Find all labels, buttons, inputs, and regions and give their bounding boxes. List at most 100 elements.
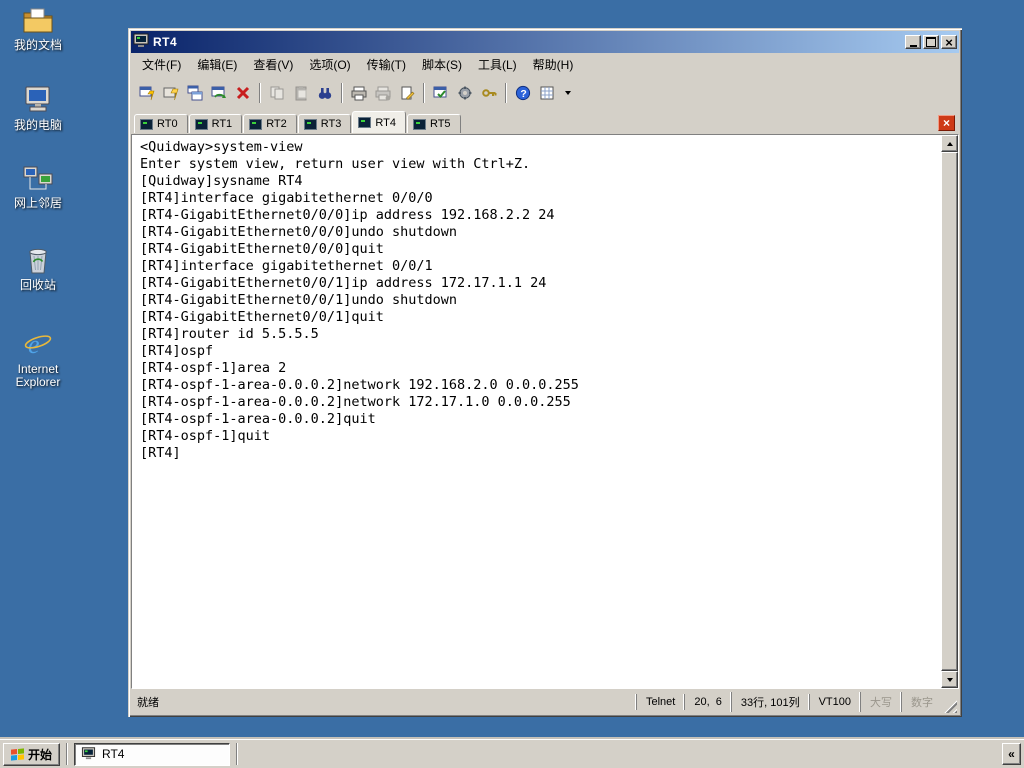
scroll-down-button[interactable] bbox=[941, 671, 958, 688]
paste-icon[interactable] bbox=[289, 81, 313, 105]
windows-logo-icon bbox=[11, 747, 24, 761]
desktop-icon-label: 我的电脑 bbox=[13, 118, 62, 132]
quick-connect-icon[interactable] bbox=[159, 81, 183, 105]
scrollbar-thumb[interactable] bbox=[941, 152, 958, 671]
window-titlebar[interactable]: RT4 × bbox=[131, 31, 959, 53]
status-rows-cols: 33行, 101列 bbox=[730, 692, 809, 712]
recycle-bin-icon bbox=[21, 244, 55, 276]
tab-rt3[interactable]: RT3 bbox=[297, 114, 352, 133]
svg-text:e: e bbox=[28, 330, 40, 359]
window-resize-grip[interactable] bbox=[944, 699, 957, 713]
session-tab-bar: RT0 RT1 RT2 RT3 RT4 RT5 × bbox=[131, 110, 959, 134]
menu-file[interactable]: 文件(F) bbox=[134, 53, 189, 76]
connect-icon[interactable] bbox=[135, 81, 159, 105]
toolbar-separator bbox=[505, 83, 507, 103]
desktop-icon-label: 网上邻居 bbox=[13, 196, 62, 210]
toolbar-separator bbox=[259, 83, 261, 103]
find-icon[interactable] bbox=[313, 81, 337, 105]
terminal-area: <Quidway>system-view Enter system view, … bbox=[131, 134, 959, 689]
maximize-button[interactable] bbox=[923, 35, 939, 49]
arrow-up-icon bbox=[946, 141, 953, 146]
start-button[interactable]: 开始 bbox=[3, 742, 61, 766]
chevron-down-icon bbox=[564, 91, 571, 95]
toolbar-separator bbox=[341, 83, 343, 103]
toolbar-separator bbox=[423, 83, 425, 103]
my-computer-icon bbox=[21, 84, 55, 116]
status-bar: 就绪 Telnet 20, 6 33行, 101列 VT100 大写 数字 bbox=[131, 689, 959, 714]
close-tab-button[interactable]: × bbox=[938, 115, 955, 131]
keymap-icon[interactable] bbox=[477, 81, 501, 105]
tab-label: RT0 bbox=[157, 118, 178, 130]
tab-label: RT4 bbox=[375, 116, 396, 129]
disconnect-icon[interactable] bbox=[231, 81, 255, 105]
tab-label: RT3 bbox=[320, 118, 342, 130]
menu-bar: 文件(F) 编辑(E) 查看(V) 选项(O) 传输(T) 脚本(S) 工具(L… bbox=[131, 53, 959, 76]
tab-label: RT1 bbox=[211, 118, 233, 130]
svg-text:?: ? bbox=[520, 88, 526, 100]
window-title: RT4 bbox=[153, 35, 178, 49]
session-icon bbox=[249, 118, 263, 130]
taskbar-divider bbox=[66, 743, 69, 765]
tab-rt5[interactable]: RT5 bbox=[406, 114, 461, 133]
script-manager-icon[interactable] bbox=[535, 81, 559, 105]
session-icon bbox=[303, 118, 317, 130]
status-ready: 就绪 bbox=[137, 697, 159, 709]
session-options-icon[interactable] bbox=[429, 81, 453, 105]
desktop-icon-label: Internet Explorer bbox=[15, 362, 61, 389]
vertical-scrollbar[interactable] bbox=[941, 135, 958, 688]
desktop-icon-my-documents[interactable]: 我的文档 bbox=[4, 6, 72, 52]
connect-in-tab-icon[interactable] bbox=[183, 81, 207, 105]
status-protocol: Telnet bbox=[635, 694, 684, 710]
menu-view[interactable]: 查看(V) bbox=[245, 53, 301, 76]
log-session-icon[interactable] bbox=[395, 81, 419, 105]
taskbar: 开始 RT4 « bbox=[0, 739, 1024, 768]
session-icon bbox=[358, 117, 372, 128]
status-num-lock: 数字 bbox=[901, 692, 942, 712]
terminal-app-icon bbox=[81, 746, 96, 763]
close-icon: × bbox=[942, 116, 950, 130]
reconnect-icon[interactable] bbox=[207, 81, 231, 105]
global-options-icon[interactable] bbox=[453, 81, 477, 105]
help-icon[interactable]: ? bbox=[511, 81, 535, 105]
taskbar-item-label: RT4 bbox=[102, 747, 125, 761]
tab-rt0[interactable]: RT0 bbox=[134, 114, 188, 133]
taskbar-divider bbox=[236, 743, 239, 765]
minimize-button[interactable] bbox=[905, 35, 921, 49]
auto-print-icon[interactable] bbox=[371, 81, 395, 105]
tool-bar: ? bbox=[131, 76, 959, 110]
my-documents-icon bbox=[21, 6, 55, 36]
menu-transfer[interactable]: 传输(T) bbox=[359, 53, 414, 76]
tab-rt4[interactable]: RT4 bbox=[352, 111, 406, 133]
menu-help[interactable]: 帮助(H) bbox=[525, 53, 582, 76]
minimize-icon bbox=[909, 44, 917, 47]
internet-explorer-icon: e bbox=[21, 328, 55, 360]
start-label: 开始 bbox=[28, 747, 53, 762]
tab-rt1[interactable]: RT1 bbox=[188, 114, 243, 133]
scroll-up-button[interactable] bbox=[941, 135, 958, 152]
desktop-icon-recycle-bin[interactable]: 回收站 bbox=[4, 244, 72, 292]
print-icon[interactable] bbox=[347, 81, 371, 105]
close-button[interactable]: × bbox=[941, 35, 957, 49]
menu-script[interactable]: 脚本(S) bbox=[414, 53, 470, 76]
taskbar-item-rt4[interactable]: RT4 bbox=[74, 742, 231, 766]
session-icon bbox=[412, 118, 426, 130]
desktop-icon-internet-explorer[interactable]: e Internet Explorer bbox=[4, 328, 72, 389]
status-emulation: VT100 bbox=[808, 694, 860, 710]
session-icon bbox=[140, 118, 153, 130]
menu-options[interactable]: 选项(O) bbox=[301, 53, 358, 76]
close-icon: × bbox=[945, 34, 953, 50]
terminal-output: <Quidway>system-view Enter system view, … bbox=[140, 139, 579, 461]
menu-tools[interactable]: 工具(L) bbox=[470, 53, 525, 76]
terminal-window: RT4 × 文件(F) 编辑(E) 查看(V) 选项(O) 传输(T) 脚本(S… bbox=[128, 28, 962, 717]
network-places-icon bbox=[21, 162, 55, 194]
copy-icon[interactable] bbox=[265, 81, 289, 105]
tab-rt2[interactable]: RT2 bbox=[243, 114, 297, 133]
tray-overflow-button[interactable]: « bbox=[1002, 743, 1021, 765]
desktop-icon-network-places[interactable]: 网上邻居 bbox=[4, 162, 72, 210]
desktop-icon-my-computer[interactable]: 我的电脑 bbox=[4, 84, 72, 132]
toolbar-overflow-chevron[interactable] bbox=[561, 82, 574, 104]
terminal-screen[interactable]: <Quidway>system-view Enter system view, … bbox=[132, 135, 941, 688]
tab-label: RT2 bbox=[266, 118, 287, 130]
desktop-icon-label: 回收站 bbox=[19, 278, 56, 292]
menu-edit[interactable]: 编辑(E) bbox=[189, 53, 245, 76]
